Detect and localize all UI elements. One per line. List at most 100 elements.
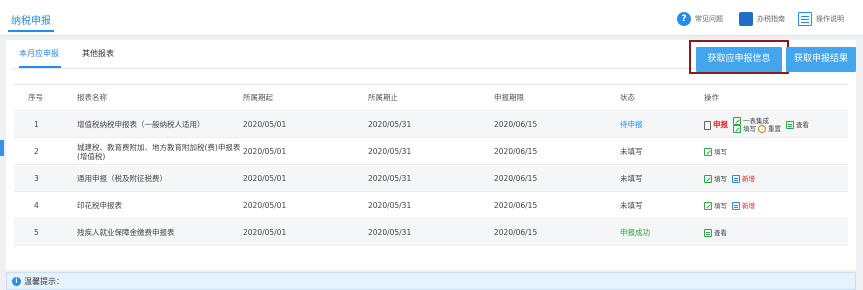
- add-icon: [732, 202, 740, 210]
- fill-label: 填写: [714, 174, 727, 183]
- fetch-declare-info-button[interactable]: 获取应申报信息: [696, 47, 782, 72]
- info-icon: i: [12, 276, 21, 286]
- document-icon: [798, 12, 812, 26]
- add-icon: [732, 175, 740, 183]
- row-end: 2020/05/31: [368, 201, 412, 211]
- add-label: 新增: [742, 174, 755, 183]
- row-no: 5: [34, 228, 39, 238]
- table-header: 序号 报表名称 所属期起 所属期止 申报期限 状态 操作: [14, 85, 848, 111]
- reset-label: 重置: [768, 125, 781, 133]
- row-no: 2: [34, 147, 39, 157]
- edit-icon: [733, 116, 741, 125]
- tips-title: 温馨提示：: [24, 276, 64, 286]
- fill-action[interactable]: 填写: [704, 175, 727, 183]
- one-table-label: 一表集成: [743, 116, 769, 125]
- row-start: 2020/05/01: [243, 147, 287, 157]
- row-ops: 填写: [704, 139, 732, 165]
- view-label: 查看: [796, 120, 809, 129]
- row-start: 2020/05/01: [243, 120, 287, 130]
- row-deadline: 2020/06/15: [494, 120, 538, 130]
- one-table-action[interactable]: 一表集成: [733, 117, 781, 125]
- col-deadline: 申报期限: [494, 93, 524, 103]
- edit-icon: [704, 148, 712, 156]
- declaration-table: 序号 报表名称 所属期起 所属期止 申报期限 状态 操作 1 增值税纳税申报表（…: [14, 84, 848, 246]
- view-icon: [786, 121, 794, 129]
- table-row: 2 城建税、教育费附加、地方教育附加税(费)申报表(增值税) 2020/05/0…: [14, 139, 848, 165]
- add-label: 新增: [742, 201, 755, 210]
- row-name: 通用申报（税及附征税费）: [77, 174, 167, 184]
- page-title[interactable]: 纳税申报: [11, 12, 51, 27]
- pdf-icon: [704, 120, 711, 130]
- fill-action[interactable]: 填写: [704, 202, 727, 210]
- row-name: 增值税纳税申报表（一般纳税人适用）: [77, 120, 205, 130]
- add-action[interactable]: 新增: [732, 202, 755, 210]
- row-status: 待申报: [620, 120, 643, 130]
- row-deadline: 2020/06/15: [494, 201, 538, 211]
- row-name: 印花税申报表: [77, 201, 122, 211]
- guide-book-icon: [739, 12, 753, 26]
- view-action[interactable]: 查看: [704, 229, 727, 237]
- fill-label: 填写: [714, 201, 727, 210]
- edit-icon: [704, 202, 712, 210]
- fill-action[interactable]: 填写: [704, 148, 727, 156]
- table-row: 4 印花税申报表 2020/05/01 2020/05/31 2020/06/1…: [14, 193, 848, 219]
- table-row: 5 残疾人就业保障金缴费申报表 2020/05/01 2020/05/31 20…: [14, 220, 848, 246]
- col-name: 报表名称: [77, 93, 107, 103]
- view-icon: [704, 229, 712, 237]
- fill-label: 填写: [714, 147, 727, 156]
- row-deadline: 2020/06/15: [494, 228, 538, 238]
- row-no: 3: [34, 174, 39, 184]
- instructions-link[interactable]: 操作说明: [798, 12, 844, 26]
- question-icon: ?: [677, 12, 691, 26]
- row-start: 2020/05/01: [243, 228, 287, 238]
- row-ops: 查看: [704, 220, 732, 246]
- row-status: 未填写: [620, 147, 643, 157]
- reset-action[interactable]: 重置: [758, 125, 781, 134]
- view-action[interactable]: 查看: [786, 121, 809, 129]
- instructions-label: 操作说明: [816, 15, 844, 23]
- edit-icon: [733, 125, 741, 134]
- edit-icon: [704, 175, 712, 183]
- row-name: 城建税、教育费附加、地方教育附加税(费)申报表(增值税): [77, 142, 241, 161]
- reset-icon: [758, 125, 766, 134]
- row-end: 2020/05/31: [368, 120, 412, 130]
- fill-action[interactable]: 填写: [733, 125, 756, 134]
- declare-label: 申报: [713, 120, 728, 130]
- row-end: 2020/05/31: [368, 228, 412, 238]
- tax-guide-label: 办税指南: [757, 15, 785, 23]
- tab-this-month[interactable]: 本月应申报: [19, 48, 59, 59]
- tax-guide-link[interactable]: 办税指南: [739, 12, 785, 26]
- fetch-declare-result-button[interactable]: 获取申报结果: [786, 47, 856, 72]
- faq-link[interactable]: ? 常见问题: [677, 12, 723, 26]
- tab-other-reports[interactable]: 其他报表: [82, 48, 114, 59]
- row-start: 2020/05/01: [243, 174, 287, 184]
- main-panel: 本月应申报 其他报表 获取应申报信息 获取申报结果 序号 报表名称 所属期起 所…: [6, 40, 856, 270]
- col-status: 状态: [620, 93, 635, 103]
- row-ops: 填写 新增: [704, 193, 760, 219]
- title-underline: [8, 30, 54, 32]
- declare-action[interactable]: 申报: [704, 120, 728, 130]
- row-ops: 申报 一表集成 填写 重置 查看: [704, 112, 814, 138]
- row-no: 1: [34, 120, 39, 130]
- col-ops: 操作: [704, 93, 719, 103]
- view-label: 查看: [714, 228, 727, 237]
- row-status: 未填写: [620, 201, 643, 211]
- row-name: 残疾人就业保障金缴费申报表: [77, 228, 175, 238]
- row-ops: 填写 新增: [704, 166, 760, 192]
- row-end: 2020/05/31: [368, 147, 412, 157]
- row-deadline: 2020/06/15: [494, 147, 538, 157]
- col-start: 所属期起: [243, 93, 273, 103]
- side-scroll-handle[interactable]: [0, 140, 4, 156]
- add-action[interactable]: 新增: [732, 175, 755, 183]
- row-end: 2020/05/31: [368, 174, 412, 184]
- top-header: 纳税申报 ? 常见问题 办税指南 操作说明: [0, 0, 863, 36]
- row-start: 2020/05/01: [243, 201, 287, 211]
- row-deadline: 2020/06/15: [494, 174, 538, 184]
- col-no: 序号: [28, 93, 43, 103]
- row-status: 申报成功: [620, 228, 650, 238]
- row-status: 未填写: [620, 174, 643, 184]
- table-row: 3 通用申报（税及附征税费） 2020/05/01 2020/05/31 202…: [14, 166, 848, 192]
- fill-label: 填写: [743, 125, 756, 133]
- table-row: 1 增值税纳税申报表（一般纳税人适用） 2020/05/01 2020/05/3…: [14, 112, 848, 138]
- col-end: 所属期止: [368, 93, 398, 103]
